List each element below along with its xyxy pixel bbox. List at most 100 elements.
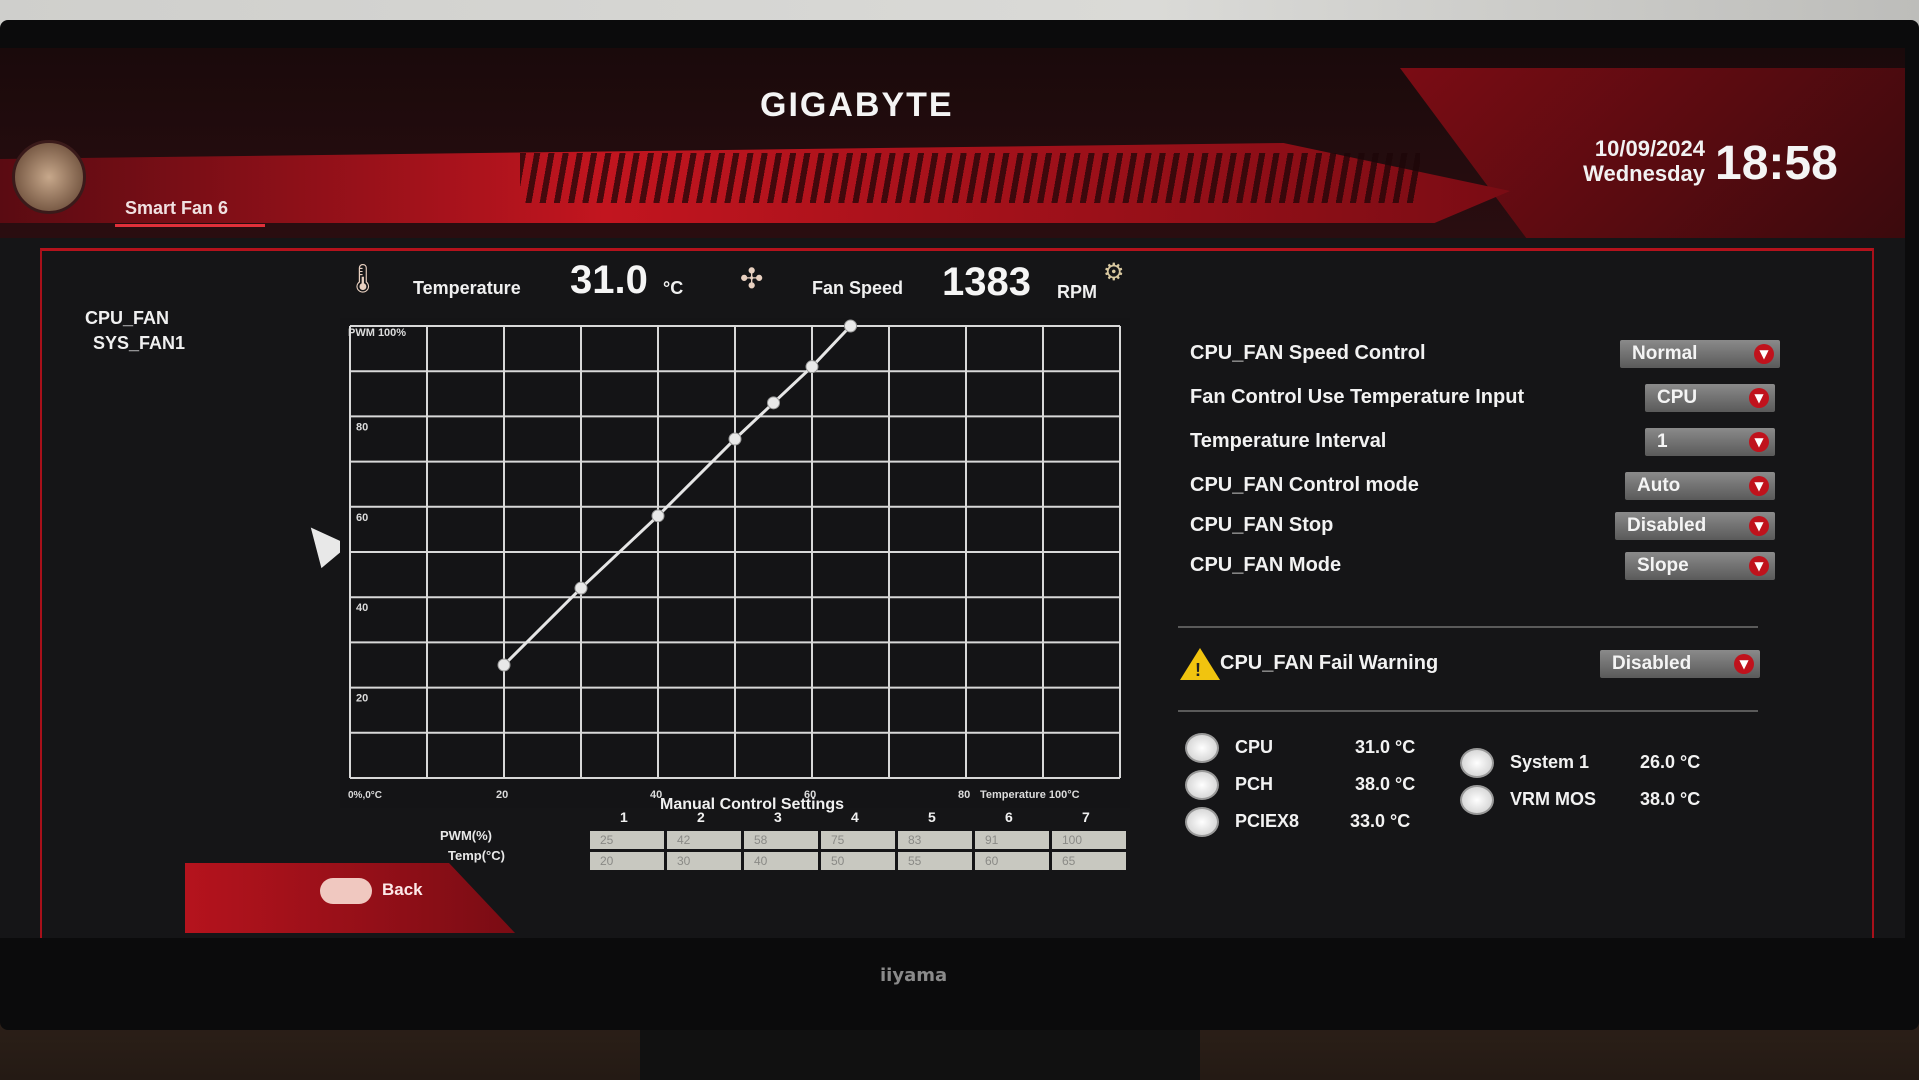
back-label: Back: [382, 880, 423, 899]
setting-row-fail-warning: CPU_FAN Fail Warning Disabled ▼: [1220, 648, 1780, 682]
fan-curve-point[interactable]: [497, 658, 511, 672]
temp-cell[interactable]: 60: [975, 852, 1049, 870]
pwm-cell[interactable]: 58: [744, 831, 818, 849]
readouts-bar: 🌡 Temperature 31.0 °C ✣ Fan Speed 1383 R…: [345, 258, 1145, 308]
fan-curve-point[interactable]: [574, 581, 588, 595]
monitor-brand-logo: iiyama: [880, 965, 948, 986]
weekday-text: Wednesday: [1583, 161, 1705, 186]
fail-warning-dropdown[interactable]: Disabled ▼: [1600, 650, 1760, 678]
fan-curve-point[interactable]: [844, 319, 857, 333]
temp-cell[interactable]: 20: [590, 852, 664, 870]
setting-row-fan-mode: CPU_FAN Mode Slope ▼: [1180, 550, 1830, 584]
back-button[interactable]: Back: [320, 878, 470, 914]
temp-cell[interactable]: 55: [898, 852, 972, 870]
setting-label: CPU_FAN Mode: [1190, 554, 1342, 576]
temperature-label: Temperature: [413, 278, 521, 298]
manual-column-number: 4: [851, 809, 859, 825]
date-display: 10/09/2024 Wednesday: [1555, 136, 1705, 186]
setting-row-control-mode: CPU_FAN Control mode Auto ▼: [1180, 470, 1830, 504]
temp-monitor-pch: PCH 38.0 °C: [1185, 770, 1455, 800]
temp-row-label: Temp(°C): [448, 848, 505, 863]
chart-x-right-label: Temperature 100°C: [980, 789, 1080, 801]
manual-column-number: 1: [620, 809, 628, 825]
fan-icon: ✣: [740, 262, 764, 295]
temp-value: 38.0 °C: [1355, 774, 1416, 794]
fan-curve-point[interactable]: [651, 509, 665, 523]
chevron-down-icon: ▼: [1749, 432, 1769, 452]
temp-cell[interactable]: 65: [1052, 852, 1126, 870]
control-mode-dropdown[interactable]: Auto ▼: [1625, 472, 1775, 500]
temp-value: 33.0 °C: [1350, 811, 1411, 831]
temp-value: 26.0 °C: [1640, 752, 1701, 772]
temperature-sensor-icon: [1185, 733, 1219, 763]
y-tick-label: 40: [356, 602, 368, 614]
pwm-cell[interactable]: 83: [898, 831, 972, 849]
fan-item-sys-fan1[interactable]: SYS_FAN1: [93, 333, 185, 354]
temp-monitor-pciex8: PCIEX8 33.0 °C: [1185, 807, 1455, 837]
dropdown-value: 1: [1657, 431, 1668, 452]
temp-cell[interactable]: 40: [744, 852, 818, 870]
temp-cell[interactable]: 50: [821, 852, 895, 870]
pwm-cell[interactable]: 42: [667, 831, 741, 849]
temp-monitor-vrm-mos: VRM MOS 38.0 °C: [1460, 785, 1790, 815]
pwm-row-label: PWM(%): [440, 828, 492, 843]
chart-origin-label: 0%,0°C: [348, 790, 382, 801]
page-title: Smart Fan 6: [125, 198, 229, 218]
setting-label: CPU_FAN Control mode: [1190, 474, 1419, 496]
clock: 18:58: [1715, 137, 1838, 190]
speed-control-dropdown[interactable]: Normal ▼: [1620, 340, 1780, 368]
pwm-cell[interactable]: 75: [821, 831, 895, 849]
brand-logo: GIGABYTE: [760, 86, 954, 124]
x-tick-label: 80: [958, 789, 970, 801]
monitor-stand: [640, 1030, 1200, 1080]
chevron-down-icon: ▼: [1749, 476, 1769, 496]
dropdown-value: Auto: [1637, 475, 1681, 496]
title-underline: [115, 224, 265, 227]
fan-curve-point[interactable]: [805, 360, 819, 374]
setting-row-temp-interval: Temperature Interval 1 ▼: [1180, 426, 1830, 460]
fan-item-cpu-fan[interactable]: CPU_FAN: [85, 308, 185, 329]
x-tick-label: 20: [496, 789, 508, 801]
setting-label: Fan Control Use Temperature Input: [1190, 386, 1525, 408]
temp-name: System 1: [1510, 752, 1590, 772]
manual-settings-title: Manual Control Settings: [660, 796, 844, 813]
dropdown-value: Disabled: [1612, 653, 1692, 674]
manual-column-number: 3: [774, 809, 782, 825]
monitor: GIGABYTE Smart Fan 6 10/09/2024 Wednesda…: [0, 20, 1919, 1030]
esc-key-icon: [320, 878, 372, 904]
chevron-down-icon: ▼: [1754, 344, 1774, 364]
fan-curve-point[interactable]: [728, 432, 742, 446]
setting-row-temp-input: Fan Control Use Temperature Input CPU ▼: [1180, 382, 1830, 416]
y-tick-label: 80: [356, 421, 368, 433]
fan-list: CPU_FAN SYS_FAN1: [85, 308, 185, 358]
pwm-cell[interactable]: 25: [590, 831, 664, 849]
fan-mode-dropdown[interactable]: Slope ▼: [1625, 552, 1775, 580]
setting-label: Temperature Interval: [1190, 430, 1387, 452]
fan-stop-dropdown[interactable]: Disabled ▼: [1615, 512, 1775, 540]
manual-column-number: 6: [1005, 809, 1013, 825]
chart-y-top-label: PWM 100%: [348, 327, 406, 339]
chevron-down-icon: ▼: [1734, 654, 1754, 674]
temperature-sensor-icon: [1460, 785, 1494, 815]
gear-small-icon: ⚙: [1103, 258, 1125, 286]
temp-interval-dropdown[interactable]: 1 ▼: [1645, 428, 1775, 456]
pwm-cell[interactable]: 91: [975, 831, 1049, 849]
settings-divider-top: [1178, 626, 1758, 628]
fan-speed-value: 1383: [942, 260, 1031, 304]
fan-curve-chart[interactable]: 20 40 60 8020406080 PWM 100% Temperature 10…: [340, 318, 1130, 808]
setting-label: CPU_FAN Speed Control: [1190, 342, 1426, 364]
temperature-sensor-icon: [1460, 748, 1494, 778]
manual-column-number: 7: [1082, 809, 1090, 825]
manual-column-number: 5: [928, 809, 936, 825]
dropdown-value: CPU: [1657, 387, 1698, 408]
temp-input-dropdown[interactable]: CPU ▼: [1645, 384, 1775, 412]
setting-row-speed-control: CPU_FAN Speed Control Normal ▼: [1180, 338, 1830, 372]
temp-name: PCIEX8: [1235, 811, 1300, 831]
temp-monitor-system1: System 1 26.0 °C: [1460, 748, 1790, 778]
fan-curve-point[interactable]: [767, 396, 780, 410]
pwm-cell[interactable]: 100: [1052, 831, 1126, 849]
temp-cell[interactable]: 30: [667, 852, 741, 870]
y-tick-label: 60: [356, 512, 368, 524]
chevron-down-icon: ▼: [1749, 556, 1769, 576]
manual-column-number: 2: [697, 809, 705, 825]
